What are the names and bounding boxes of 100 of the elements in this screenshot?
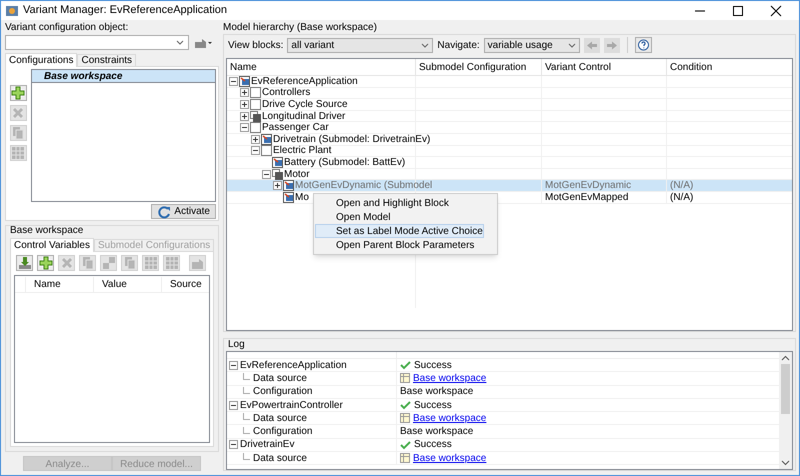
tree-row[interactable]: Passenger Car xyxy=(227,122,792,134)
help-button[interactable] xyxy=(634,37,652,53)
table-cell: MotGenEvMapped xyxy=(542,192,667,203)
table-icon xyxy=(400,413,410,424)
table-cell-text: Base workspace xyxy=(400,425,474,440)
column-header[interactable]: Condition xyxy=(667,59,792,76)
table-cell: (N/A) xyxy=(667,192,792,203)
add-button[interactable] xyxy=(10,85,26,101)
chevron-icon xyxy=(176,40,184,45)
check-icon xyxy=(400,400,411,410)
column-header[interactable]: Source xyxy=(161,276,205,292)
tree-label: Drivetrain (Submodel: DrivetrainEv) xyxy=(273,134,430,145)
tree-row[interactable]: Controllers xyxy=(227,88,792,100)
log-label: Configuration xyxy=(253,385,312,400)
view-blocks-label: View blocks: xyxy=(228,38,284,52)
tree-row[interactable]: Battery (Submodel: BattEv) xyxy=(227,157,792,169)
scroll-thumb[interactable] xyxy=(781,364,790,414)
model-block-icon xyxy=(272,156,283,168)
copy-icon xyxy=(10,125,26,141)
expand-icon[interactable] xyxy=(240,88,249,98)
collapse-icon[interactable] xyxy=(262,170,271,179)
grid-icon xyxy=(142,255,158,271)
column-header[interactable]: Submodel Configuration xyxy=(416,59,542,76)
grid-icon xyxy=(10,145,26,161)
field-label: Variant configuration object: xyxy=(5,22,130,34)
back-button[interactable] xyxy=(584,38,600,52)
data-source-link[interactable]: Base workspace xyxy=(413,450,486,466)
add-icon xyxy=(38,255,54,271)
tree-label: Passenger Car xyxy=(262,122,329,134)
subsystem-icon xyxy=(250,98,261,110)
menu-item[interactable]: Open Model xyxy=(315,210,484,224)
add-icon xyxy=(10,85,26,101)
collapse-icon[interactable] xyxy=(229,360,238,370)
expand-icon[interactable] xyxy=(240,112,249,121)
column-header[interactable]: Name xyxy=(25,276,93,292)
log-label: Data source xyxy=(253,372,307,386)
activate-button[interactable]: Activate xyxy=(151,204,216,219)
tree-row[interactable]: EvReferenceApplication xyxy=(227,76,792,88)
collapse-icon[interactable] xyxy=(251,146,260,156)
collapse-icon[interactable] xyxy=(229,400,238,410)
column-header[interactable]: Value xyxy=(93,276,161,292)
panel-title: Log xyxy=(227,339,246,351)
export-menu-icon[interactable] xyxy=(193,36,213,48)
config-object-dropdown[interactable] xyxy=(5,35,189,50)
expand-icon[interactable] xyxy=(251,134,260,144)
table-cell: (N/A) xyxy=(667,180,792,191)
expand-icon[interactable] xyxy=(240,100,249,109)
tab[interactable]: Configurations xyxy=(5,53,78,67)
data-source-link[interactable]: Base workspace xyxy=(413,370,486,386)
check-icon xyxy=(400,360,411,370)
refresh-icon xyxy=(157,204,172,218)
tree-label: Battery (Submodel: BattEv) xyxy=(284,156,406,168)
tree-label: MotGenEvDynamic (Submodel xyxy=(295,180,432,192)
variant-block-icon xyxy=(250,110,261,122)
model-block-icon xyxy=(283,180,294,192)
import-icon xyxy=(16,255,32,271)
chevron-icon xyxy=(568,42,576,48)
app-icon xyxy=(5,4,19,18)
log-label: EvReferenceApplication xyxy=(240,358,347,373)
menu-item[interactable]: Set as Label Mode Active Choice xyxy=(315,224,484,238)
chevron-icon xyxy=(421,42,430,48)
log-label: EvPowertrainController xyxy=(240,398,343,413)
forward-button[interactable] xyxy=(604,38,620,52)
configuration-row[interactable]: Base workspace xyxy=(32,70,215,83)
tree-row[interactable]: Longitudinal Driver xyxy=(227,110,792,122)
table-icon xyxy=(400,373,410,384)
tab[interactable]: Constraints xyxy=(77,54,136,67)
tree-row[interactable]: Drive Cycle Source xyxy=(227,99,792,111)
tree-label: Drive Cycle Source xyxy=(262,98,348,110)
panel-title: Model hierarchy (Base workspace) xyxy=(223,22,378,34)
table-cell: MotGenEvDynamic xyxy=(542,180,667,191)
log-label: Configuration xyxy=(253,425,312,440)
collapse-icon[interactable] xyxy=(229,76,238,86)
window-title: Variant Manager: EvReferenceApplication xyxy=(23,3,228,18)
data-source-link[interactable]: Base workspace xyxy=(413,410,486,426)
tree-row[interactable]: Electric Plant xyxy=(227,146,792,158)
navigate-label: Navigate: xyxy=(437,38,480,52)
scrollbar[interactable] xyxy=(779,352,792,469)
menu-item[interactable]: Open Parent Block Parameters xyxy=(315,238,484,252)
view-blocks-dropdown[interactable]: all variant xyxy=(287,38,434,52)
import-button[interactable] xyxy=(16,255,33,271)
navigate-dropdown[interactable]: variable usage xyxy=(484,38,580,52)
log-label: DrivetrainEv xyxy=(240,438,294,452)
group-title: Base workspace xyxy=(10,225,84,237)
column-header[interactable]: Variant Control xyxy=(542,59,667,76)
tree-line xyxy=(241,426,251,437)
tree-label: Motor xyxy=(284,168,310,180)
check-icon xyxy=(400,440,411,450)
log-label: Data source xyxy=(253,452,307,466)
grid-icon xyxy=(164,255,180,271)
tree-label: Mo xyxy=(295,192,309,203)
tab[interactable]: Control Variables xyxy=(10,238,94,252)
tree-row[interactable]: Drivetrain (Submodel: DrivetrainEv) xyxy=(227,134,792,146)
log-label: Data source xyxy=(253,412,307,426)
subsystem-icon xyxy=(261,145,272,156)
add-button[interactable] xyxy=(37,255,54,271)
collapse-icon[interactable] xyxy=(229,440,238,450)
model-block-icon xyxy=(261,134,272,145)
tree-label: Controllers xyxy=(262,87,310,98)
collapse-icon[interactable] xyxy=(240,123,249,132)
